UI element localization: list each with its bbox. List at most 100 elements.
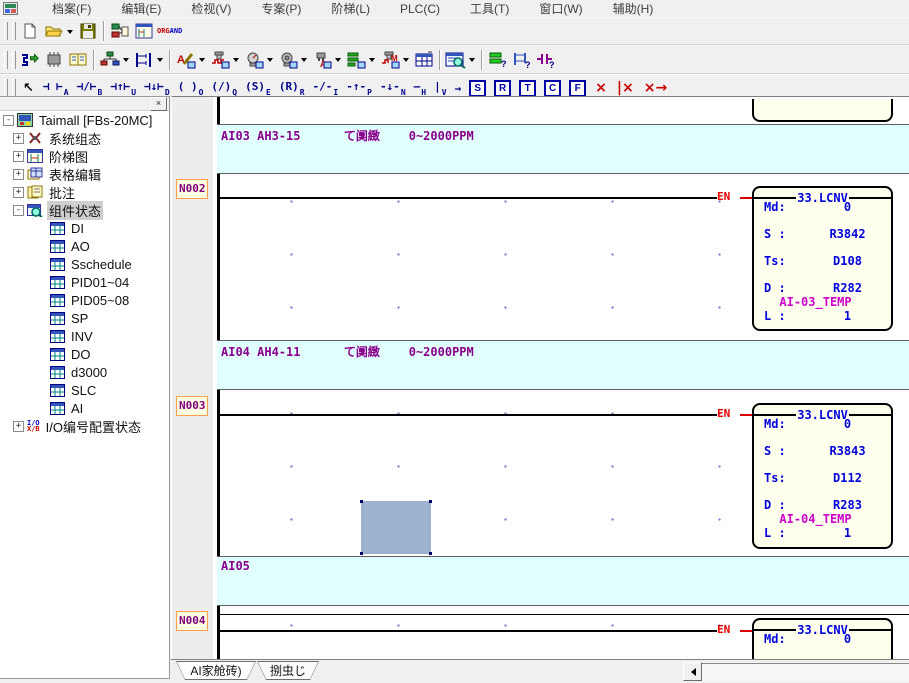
rising-edge-tool-icon[interactable]: -↑-P xyxy=(346,80,372,97)
expand-icon[interactable]: - xyxy=(3,115,14,126)
address-book-icon[interactable] xyxy=(67,49,89,71)
timer-box-tool-icon[interactable]: T xyxy=(519,80,536,97)
org-and-icon[interactable]: ORG AND xyxy=(157,20,182,42)
counter-box-tool-icon[interactable]: C xyxy=(544,80,561,97)
contact-b-tool-icon[interactable]: ⊣/⊢B xyxy=(77,80,103,97)
tab-debug[interactable]: 捌虫じ xyxy=(257,661,319,680)
cpu-chip-icon[interactable] xyxy=(43,49,65,71)
expand-icon[interactable]: + xyxy=(13,133,24,144)
tree-item-d3000[interactable]: d3000 xyxy=(0,363,169,381)
open-file-icon[interactable] xyxy=(43,20,65,42)
monitor-search-dropdown-icon[interactable] xyxy=(469,58,475,65)
tree-item-sp[interactable]: SP xyxy=(0,309,169,327)
comment-row-ai05[interactable]: AI05 xyxy=(217,556,909,606)
menu-tools[interactable]: 工具(T) xyxy=(470,0,509,17)
delete-element-icon[interactable]: × xyxy=(595,80,607,96)
falling-edge-tool-icon[interactable]: -↓-N xyxy=(380,80,406,97)
network-view-dropdown-icon[interactable] xyxy=(157,58,163,65)
register-stamp-icon[interactable]: M xyxy=(379,49,401,71)
tree-root[interactable]: - Taimall [FBs-20MC] xyxy=(0,111,169,129)
tree-item-pid01-04[interactable]: PID01~04 xyxy=(0,273,169,291)
coil-out-tool-icon[interactable]: ( )O xyxy=(178,80,204,97)
toolbar-grip[interactable] xyxy=(4,79,8,97)
tree-item-io-config-status[interactable]: + I/OX/B I/O编号配置状态 xyxy=(0,417,169,435)
tree-item-di[interactable]: DI xyxy=(0,219,169,237)
network-label-n003[interactable]: N003 xyxy=(176,396,208,416)
menu-window[interactable]: 窗口(W) xyxy=(539,0,582,17)
edit-text-dropdown-icon[interactable] xyxy=(199,58,205,65)
tree-item-comments[interactable]: + 批注 xyxy=(0,183,169,201)
function-block-lcnv-3[interactable]: 33.LCNV Md:0 S :R3844 xyxy=(752,618,893,660)
hscroll-left-button[interactable] xyxy=(683,662,702,681)
tree-item-component-status[interactable]: - 组件状态 xyxy=(0,201,169,219)
expand-icon[interactable]: + xyxy=(13,151,24,162)
network-label-n002[interactable]: N002 xyxy=(176,179,208,199)
coil-reset-tool-icon[interactable]: (R)R xyxy=(279,80,305,97)
gauge-icon[interactable] xyxy=(277,49,299,71)
tree-item-system-config[interactable]: + 系统组态 xyxy=(0,129,169,147)
project-org-icon[interactable] xyxy=(99,49,121,71)
menu-project[interactable]: 专案(P) xyxy=(261,0,301,17)
tree-item-sschedule[interactable]: Sschedule xyxy=(0,255,169,273)
toolbar-grip[interactable] xyxy=(4,51,8,69)
contact-help-icon[interactable]: ? xyxy=(535,49,557,71)
register-stamp-dropdown-icon[interactable] xyxy=(403,58,409,65)
tree-item-pid05-08[interactable]: PID05~08 xyxy=(0,291,169,309)
reset-box-tool-icon[interactable]: R xyxy=(494,80,511,97)
ladder-convert-icon[interactable] xyxy=(19,49,41,71)
table-window-icon[interactable] xyxy=(413,49,435,71)
coil-set-tool-icon[interactable]: (S)E xyxy=(245,80,271,97)
ladder-help-icon[interactable]: ? xyxy=(511,49,533,71)
ladder-window-icon[interactable] xyxy=(133,20,155,42)
menu-help[interactable]: 辅助(H) xyxy=(613,0,654,17)
delete-row-icon[interactable]: ×→ xyxy=(644,80,667,96)
menu-edit[interactable]: 编辑(E) xyxy=(121,0,161,17)
status-list-icon[interactable] xyxy=(345,49,367,71)
menu-ladder[interactable]: 阶梯(L) xyxy=(331,0,370,17)
comment-row-ai04[interactable]: AI04 AH4-11 て阒緻 0~2000PPM xyxy=(217,340,909,390)
hline-tool-icon[interactable]: —H xyxy=(414,80,426,97)
set-box-tool-icon[interactable]: S xyxy=(469,80,486,97)
tree-item-inv[interactable]: INV xyxy=(0,327,169,345)
status-list-dropdown-icon[interactable] xyxy=(369,58,375,65)
project-tree-icon[interactable] xyxy=(109,20,131,42)
vline-tool-icon[interactable]: |V xyxy=(434,80,446,97)
probe-dropdown-icon[interactable] xyxy=(335,58,341,65)
coil-not-tool-icon[interactable]: (/)Q xyxy=(211,80,237,97)
tree-item-ao[interactable]: AO xyxy=(0,237,169,255)
tree-item-slc[interactable]: SLC xyxy=(0,381,169,399)
tree-item-table-edit[interactable]: + 表格编辑 xyxy=(0,165,169,183)
signal-stamp-dropdown-icon[interactable] xyxy=(233,58,239,65)
menu-view[interactable]: 检视(V) xyxy=(191,0,231,17)
menu-plc[interactable]: PLC(C) xyxy=(400,2,440,16)
toolbar-grip[interactable] xyxy=(4,22,8,40)
signal-stamp-icon[interactable] xyxy=(209,49,231,71)
expand-icon[interactable]: + xyxy=(13,187,24,198)
new-file-icon[interactable] xyxy=(19,20,41,42)
network-label-n004[interactable]: N004 xyxy=(176,611,208,631)
expand-icon[interactable]: + xyxy=(13,169,24,180)
edit-text-icon[interactable]: A xyxy=(175,49,197,71)
delete-column-icon[interactable]: |× xyxy=(617,80,634,96)
tab-ai[interactable]: AI家舱砖) xyxy=(176,661,256,680)
function-block-partial-top[interactable] xyxy=(752,99,893,122)
meter-icon[interactable] xyxy=(243,49,265,71)
comment-row-ai03[interactable]: AI03 AH3-15 て阒緻 0~2000PPM xyxy=(217,124,909,174)
tree-item-ladder-diagram[interactable]: + 阶梯图 xyxy=(0,147,169,165)
arrow-tool-icon[interactable]: → xyxy=(455,82,462,95)
tree-item-do[interactable]: DO xyxy=(0,345,169,363)
expand-icon[interactable]: - xyxy=(13,205,24,216)
invert-tool-icon[interactable]: -/-I xyxy=(313,80,339,97)
contact-a-tool-icon[interactable]: ⊣ ⊢A xyxy=(43,80,69,97)
expand-icon[interactable]: + xyxy=(13,421,24,432)
gauge-dropdown-icon[interactable] xyxy=(301,58,307,65)
function-box-tool-icon[interactable]: F xyxy=(569,80,586,97)
meter-dropdown-icon[interactable] xyxy=(267,58,273,65)
tree-item-ai[interactable]: AI xyxy=(0,399,169,417)
function-block-lcnv-1[interactable]: 33.LCNV Md:0 S :R3842 Ts:D108 D :R282 AI… xyxy=(752,186,893,331)
pointer-tool-icon[interactable]: ↖ xyxy=(23,81,34,96)
save-icon[interactable] xyxy=(77,20,99,42)
toolbar-grip[interactable] xyxy=(12,79,16,97)
toolbar-grip[interactable] xyxy=(12,51,16,69)
status-help-icon[interactable]: ? xyxy=(487,49,509,71)
